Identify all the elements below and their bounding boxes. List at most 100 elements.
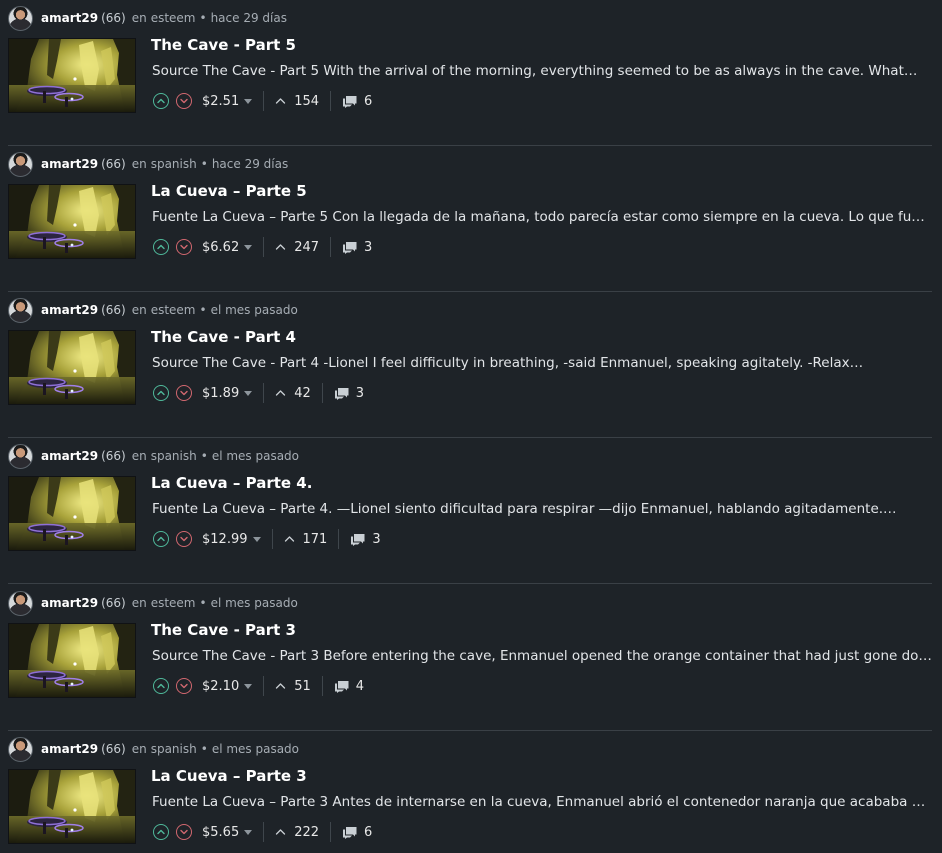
votes-number: 247 — [294, 239, 320, 255]
post-thumbnail[interactable] — [8, 184, 136, 259]
post-thumbnail[interactable] — [8, 330, 136, 405]
downvote-button[interactable] — [176, 678, 192, 694]
post-excerpt[interactable]: Fuente La Cueva – Parte 3 Antes de inter… — [152, 794, 932, 810]
avatar[interactable] — [8, 590, 33, 616]
comments-count[interactable]: 4 — [334, 679, 364, 694]
post-time: hace 29 días — [210, 11, 287, 25]
payout-dropdown[interactable]: $6.62 — [202, 239, 253, 255]
downvote-button[interactable] — [176, 239, 192, 255]
author-name[interactable]: amart29 — [41, 11, 98, 25]
downvote-button[interactable] — [176, 385, 192, 401]
post-title[interactable]: The Cave - Part 5 — [151, 36, 296, 54]
upvote-button[interactable] — [153, 824, 169, 840]
author-name[interactable]: amart29 — [41, 303, 98, 317]
post-header: amart29 (66) en spanish • el mes pasado — [8, 443, 299, 469]
comments-number: 3 — [355, 385, 365, 401]
cave-image — [9, 477, 135, 550]
comments-count[interactable]: 6 — [342, 94, 372, 109]
avatar[interactable] — [8, 443, 33, 469]
voters-count[interactable]: 247 — [275, 240, 319, 255]
payout-dropdown[interactable]: $12.99 — [202, 532, 261, 547]
voters-count[interactable]: 171 — [284, 531, 328, 547]
divider — [330, 822, 332, 842]
post-footer: $12.99 171 3 — [153, 528, 381, 550]
comments-number: 3 — [364, 239, 373, 255]
votes-number: 222 — [294, 824, 320, 840]
upvote-button[interactable] — [153, 678, 169, 694]
divider — [338, 529, 340, 549]
post-item: amart29 (66) en spanish • el mes pasado — [0, 438, 942, 584]
post-time: el mes pasado — [211, 742, 300, 756]
payout-dropdown[interactable]: $5.65 — [202, 825, 253, 840]
post-title[interactable]: La Cueva – Parte 3 — [151, 767, 307, 785]
comments-count[interactable]: 6 — [342, 825, 372, 840]
in-label: en — [131, 596, 147, 610]
post-excerpt[interactable]: Source The Cave - Part 3 Before entering… — [152, 648, 932, 664]
post-thumbnail[interactable] — [8, 623, 136, 698]
post-item: amart29 (66) en esteem • el mes pasado T… — [0, 585, 942, 731]
payout-dropdown[interactable]: $2.51 — [202, 94, 253, 109]
author-name[interactable]: amart29 — [41, 742, 98, 756]
author-name[interactable]: amart29 — [41, 157, 98, 171]
cave-image — [9, 624, 135, 697]
post-thumbnail[interactable] — [8, 476, 136, 551]
chevron-down-icon — [180, 536, 188, 542]
caret-down-icon — [244, 98, 253, 104]
votes-number: 42 — [294, 385, 311, 401]
post-time: el mes pasado — [210, 596, 298, 610]
downvote-button[interactable] — [176, 531, 192, 547]
post-excerpt[interactable]: Source The Cave - Part 4 -Lionel I feel … — [152, 355, 932, 371]
cave-image — [9, 770, 135, 843]
post-thumbnail[interactable] — [8, 38, 136, 113]
post-title[interactable]: The Cave - Part 4 — [151, 328, 296, 346]
chevron-up-icon — [276, 244, 286, 250]
caret-down-icon — [252, 536, 261, 542]
author-name[interactable]: amart29 — [41, 596, 98, 610]
chevron-down-icon — [180, 390, 188, 396]
comments-number: 3 — [372, 531, 381, 547]
upvote-button[interactable] — [153, 531, 169, 547]
community-link[interactable]: spanish — [151, 742, 197, 756]
comments-count[interactable]: 3 — [342, 240, 372, 255]
avatar[interactable] — [8, 5, 33, 31]
comments-count[interactable]: 3 — [350, 531, 381, 547]
post-excerpt[interactable]: Fuente La Cueva – Parte 4. —Lionel sient… — [152, 501, 932, 517]
community-link[interactable]: esteem — [151, 11, 196, 25]
upvote-button[interactable] — [153, 385, 169, 401]
post-excerpt[interactable]: Fuente La Cueva – Parte 5 Con la llegada… — [152, 209, 932, 225]
upvote-button[interactable] — [153, 93, 169, 109]
community-link[interactable]: spanish — [151, 449, 197, 463]
payout-dropdown[interactable]: $1.89 — [202, 386, 253, 401]
community-link[interactable]: spanish — [151, 157, 197, 171]
voters-count[interactable]: 222 — [275, 825, 319, 840]
community-link[interactable]: esteem — [151, 303, 196, 317]
post-excerpt[interactable]: Source The Cave - Part 5 With the arriva… — [152, 63, 932, 79]
voters-count[interactable]: 154 — [275, 94, 319, 109]
caret-down-icon — [244, 683, 253, 689]
in-label: en — [131, 157, 147, 171]
avatar[interactable] — [8, 736, 33, 762]
comments-count[interactable]: 3 — [334, 386, 364, 401]
post-footer: $5.65 222 6 — [153, 821, 372, 843]
voters-count[interactable]: 42 — [275, 386, 311, 401]
community-link[interactable]: esteem — [151, 596, 196, 610]
divider — [263, 237, 265, 257]
post-thumbnail[interactable] — [8, 769, 136, 844]
cave-image — [9, 39, 135, 112]
avatar[interactable] — [8, 151, 33, 177]
divider — [263, 383, 265, 403]
payout-amount: $6.62 — [202, 239, 240, 255]
divider — [271, 529, 273, 549]
post-title[interactable]: La Cueva – Parte 5 — [151, 182, 307, 200]
comments-icon — [343, 95, 357, 108]
avatar[interactable] — [8, 297, 33, 323]
downvote-button[interactable] — [176, 93, 192, 109]
post-title[interactable]: The Cave - Part 3 — [151, 621, 296, 639]
post-title[interactable]: La Cueva – Parte 4. — [151, 474, 312, 492]
votes-number: 171 — [302, 531, 328, 547]
payout-dropdown[interactable]: $2.10 — [202, 679, 253, 694]
downvote-button[interactable] — [176, 824, 192, 840]
voters-count[interactable]: 51 — [275, 679, 311, 694]
upvote-button[interactable] — [153, 239, 169, 255]
author-name[interactable]: amart29 — [41, 449, 98, 463]
